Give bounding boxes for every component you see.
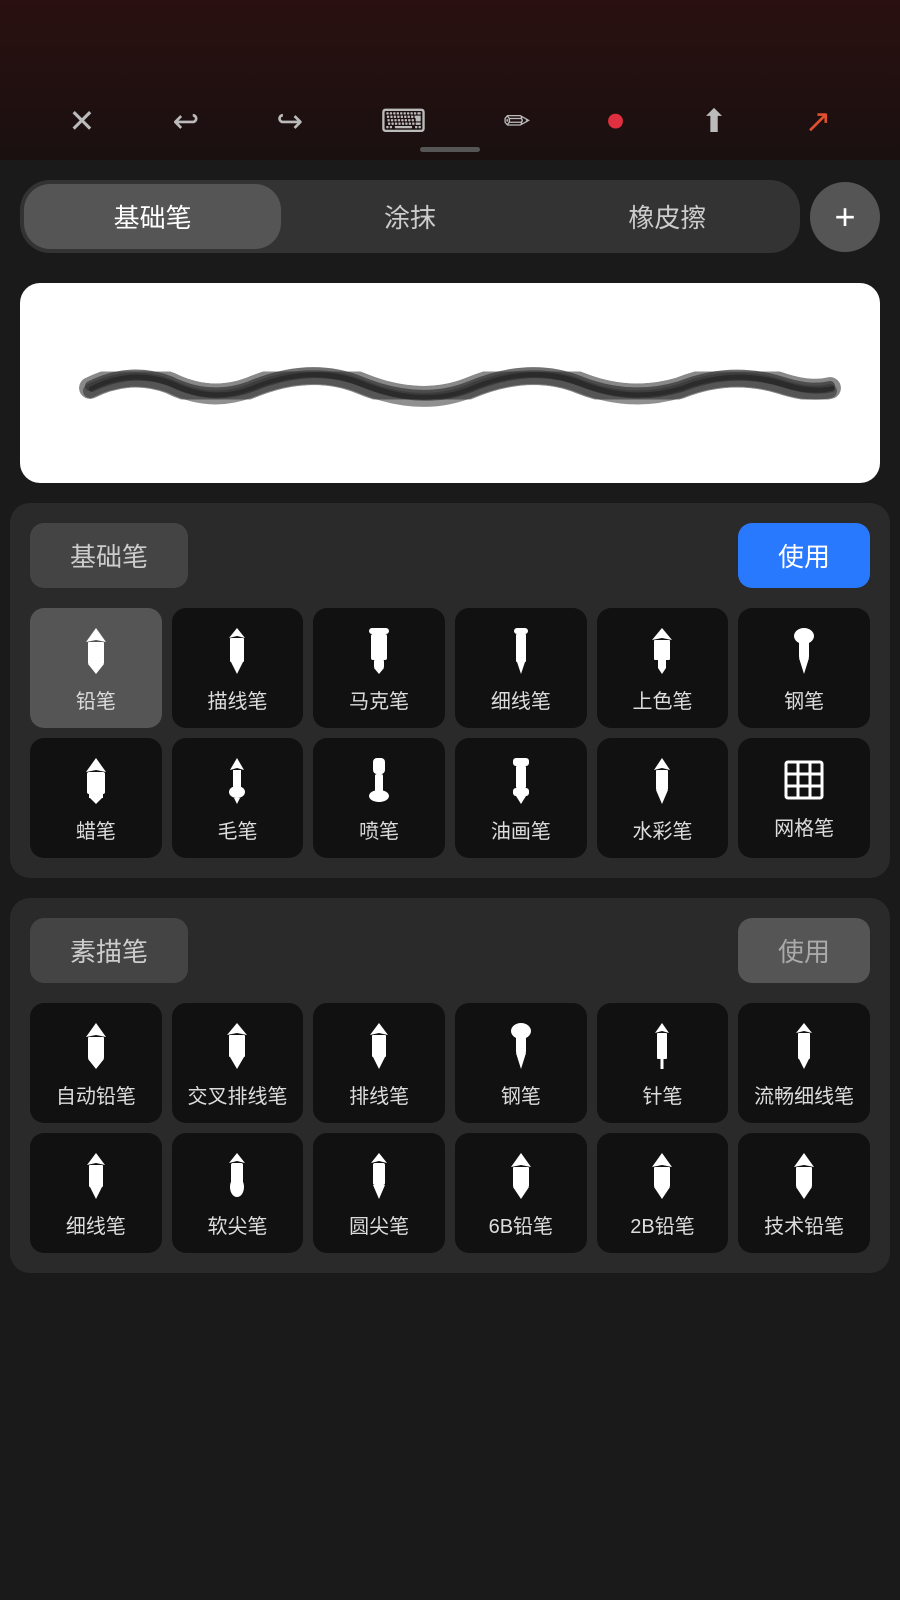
crosshatch-icon	[217, 1021, 257, 1076]
brush-label-softtip: 软尖笔	[207, 1214, 267, 1240]
brush-label-crosshatch: 交叉排线笔	[187, 1084, 287, 1110]
brush-label-thinline: 细线笔	[66, 1214, 126, 1240]
brush-label-hatch: 排线笔	[349, 1084, 409, 1110]
brush-label-liner: 描线笔	[207, 689, 267, 715]
sketch-header: 素描笔 使用	[30, 918, 870, 983]
smooth-icon	[784, 1021, 824, 1076]
brush-label-thinliner: 细线笔	[491, 689, 551, 715]
brush-item-thinliner[interactable]: 细线笔	[455, 608, 587, 728]
share-icon[interactable]: ↗	[805, 102, 832, 140]
close-icon[interactable]: ✕	[69, 102, 96, 140]
brush-item-crayon[interactable]: 蜡笔	[30, 738, 162, 858]
tab-bar: 基础笔 涂抹 橡皮擦 +	[0, 160, 900, 273]
sketch-item-needle[interactable]: 针笔	[597, 1003, 729, 1123]
brush-label-sketchpen: 钢笔	[501, 1084, 541, 1110]
basic-pen-section: 基础笔 使用 铅笔 描线笔	[10, 503, 890, 878]
sketch-use-button[interactable]: 使用	[738, 918, 870, 983]
undo-icon[interactable]: ↩	[172, 102, 199, 140]
brush-label-oil: 油画笔	[491, 819, 551, 845]
edit-icon[interactable]: ⌨	[380, 102, 426, 140]
sketch-item-thinline[interactable]: 细线笔	[30, 1133, 162, 1253]
sketch-item-autopencil[interactable]: 自动铅笔	[30, 1003, 162, 1123]
sketch-brush-grid: 自动铅笔 交叉排线笔 排线笔	[30, 1003, 870, 1253]
liner-icon	[217, 626, 257, 681]
brush-item-fountain[interactable]: 钢笔	[738, 608, 870, 728]
thinliner-icon	[501, 626, 541, 681]
sketch-item-hatch[interactable]: 排线笔	[313, 1003, 445, 1123]
brush-label-crayon: 蜡笔	[76, 819, 116, 845]
watercolor-icon	[642, 756, 682, 811]
brush-label-fountain: 钢笔	[784, 689, 824, 715]
brush-item-grid[interactable]: 网格笔	[738, 738, 870, 858]
grid-icon	[783, 759, 825, 808]
add-button[interactable]: +	[810, 182, 880, 252]
brush-item-color[interactable]: 上色笔	[597, 608, 729, 728]
oil-icon	[501, 756, 541, 811]
roundtip-icon	[359, 1151, 399, 1206]
brush-item-watercolor[interactable]: 水彩笔	[597, 738, 729, 858]
softtip-icon	[217, 1151, 257, 1206]
2b-icon	[642, 1151, 682, 1206]
brush-label-6b: 6B铅笔	[489, 1214, 553, 1240]
basic-use-button[interactable]: 使用	[738, 523, 870, 588]
brush-label-brush: 毛笔	[217, 819, 257, 845]
redo-icon[interactable]: ↪	[276, 102, 303, 140]
fountain-icon	[784, 626, 824, 681]
drag-handle[interactable]	[420, 147, 480, 152]
sketch-item-smooth[interactable]: 流畅细线笔	[738, 1003, 870, 1123]
techpencil-icon	[784, 1151, 824, 1206]
pen-icon[interactable]: ✏	[504, 102, 531, 140]
record-icon[interactable]: ⏺	[608, 102, 624, 140]
brush-label-roundtip: 圆尖笔	[349, 1214, 409, 1240]
sketch-title: 素描笔	[30, 918, 188, 983]
brush-label-pencil: 铅笔	[76, 689, 116, 715]
sketch-item-2b[interactable]: 2B铅笔	[597, 1133, 729, 1253]
brush-preview	[20, 283, 880, 483]
autopencil-icon	[76, 1021, 116, 1076]
brush-item-liner[interactable]: 描线笔	[172, 608, 304, 728]
brush-label-2b: 2B铅笔	[630, 1214, 694, 1240]
brush-item-spray[interactable]: 喷笔	[313, 738, 445, 858]
brush-icon	[217, 756, 257, 811]
sketch-item-roundtip[interactable]: 圆尖笔	[313, 1133, 445, 1253]
needle-icon	[642, 1021, 682, 1076]
tab-draw[interactable]: 基础笔	[24, 184, 281, 249]
sketch-pen-icon	[501, 1021, 541, 1076]
top-bar: ✕ ↩ ↪ ⌨ ✏ ⏺ ⬆ ↗	[0, 0, 900, 160]
spray-icon	[359, 756, 399, 811]
brush-label-smooth: 流畅细线笔	[754, 1084, 854, 1110]
pencil-icon	[76, 626, 116, 681]
hatch-icon	[359, 1021, 399, 1076]
sketch-item-pen[interactable]: 钢笔	[455, 1003, 587, 1123]
sketch-item-techpencil[interactable]: 技术铅笔	[738, 1133, 870, 1253]
brush-label-needle: 针笔	[642, 1084, 682, 1110]
brush-label-spray: 喷笔	[359, 819, 399, 845]
brush-item-pencil[interactable]: 铅笔	[30, 608, 162, 728]
brush-label-marker: 马克笔	[349, 689, 409, 715]
sketch-thinline-icon	[76, 1151, 116, 1206]
brush-item-marker[interactable]: 马克笔	[313, 608, 445, 728]
6b-icon	[501, 1151, 541, 1206]
sketch-item-crosshatch[interactable]: 交叉排线笔	[172, 1003, 304, 1123]
sketch-item-6b[interactable]: 6B铅笔	[455, 1133, 587, 1253]
basic-header: 基础笔 使用	[30, 523, 870, 588]
brush-label-autopencil: 自动铅笔	[56, 1084, 136, 1110]
sketch-pen-section: 素描笔 使用 自动铅笔 交叉排线笔	[10, 898, 890, 1273]
basic-brush-grid: 铅笔 描线笔 马克笔	[30, 608, 870, 858]
crayon-icon	[76, 756, 116, 811]
brush-label-techpencil: 技术铅笔	[764, 1214, 844, 1240]
tab-group: 基础笔 涂抹 橡皮擦	[20, 180, 800, 253]
tab-smear[interactable]: 涂抹	[281, 184, 538, 249]
brush-item-brush[interactable]: 毛笔	[172, 738, 304, 858]
sketch-item-softtip[interactable]: 软尖笔	[172, 1133, 304, 1253]
brush-label-watercolor: 水彩笔	[632, 819, 692, 845]
tab-eraser[interactable]: 橡皮擦	[539, 184, 796, 249]
marker-icon	[359, 626, 399, 681]
brush-item-oil[interactable]: 油画笔	[455, 738, 587, 858]
brush-label-grid: 网格笔	[774, 816, 834, 842]
export-icon[interactable]: ⬆	[701, 102, 728, 140]
color-icon	[642, 626, 682, 681]
brush-label-color: 上色笔	[632, 689, 692, 715]
basic-title: 基础笔	[30, 523, 188, 588]
